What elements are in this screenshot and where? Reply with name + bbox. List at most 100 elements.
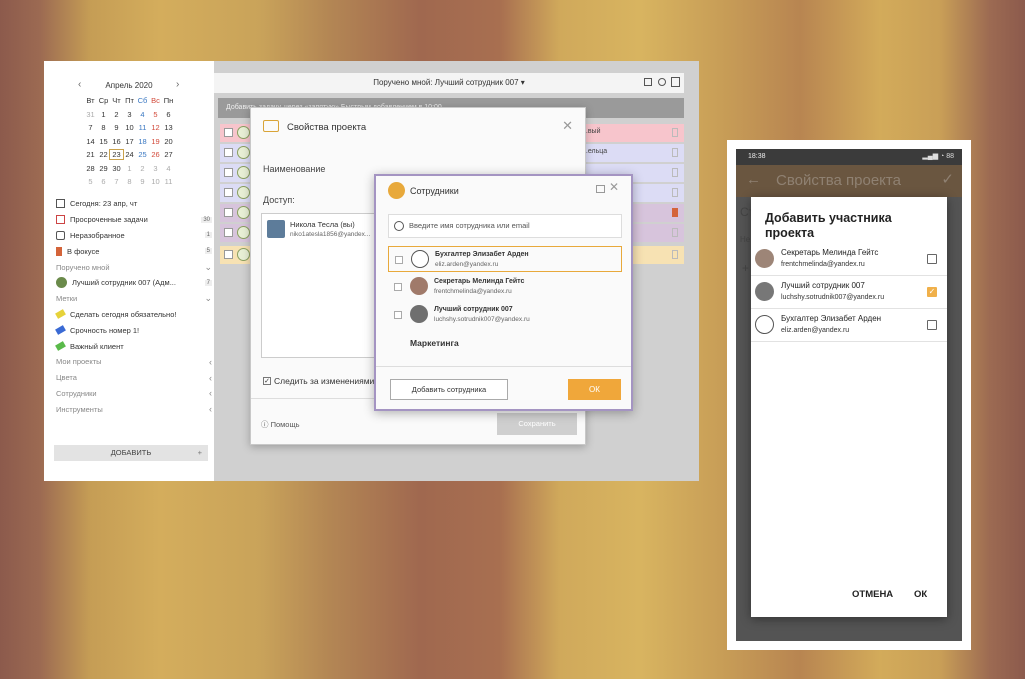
save-button[interactable]: Сохранить <box>497 413 577 435</box>
calendar-day[interactable]: 12 <box>149 123 162 132</box>
calendar-day[interactable]: 25 <box>136 150 149 159</box>
calendar-day[interactable]: 21 <box>84 150 97 159</box>
calendar-day[interactable]: 8 <box>97 123 110 132</box>
close-icon[interactable]: ✕ <box>609 180 619 194</box>
sidebar-group-assigned[interactable]: Поручено мной ⌄ <box>56 259 212 275</box>
sidebar-group-projects[interactable]: Мои проекты ‹ <box>56 354 212 370</box>
calendar-day[interactable]: 28 <box>84 164 97 173</box>
calendar-day[interactable]: 30 <box>110 164 123 173</box>
edit-icon[interactable] <box>644 78 652 86</box>
sidebar-item-overdue[interactable]: Просроченные задачи 30 <box>56 212 212 228</box>
follow-changes-checkbox[interactable]: ✓ Следить за изменениями <box>263 376 374 386</box>
member-row[interactable]: Секретарь Мелинда Гейтс frentchmelinda@y… <box>751 243 947 276</box>
cancel-button[interactable]: ОТМЕНА <box>852 589 893 600</box>
calendar-day[interactable]: 17 <box>123 137 136 146</box>
add-employee-button[interactable]: Добавить сотрудника <box>390 379 508 400</box>
add-button[interactable]: ДОБАВИТЬ + <box>54 445 208 461</box>
calendar-day[interactable]: 13 <box>162 123 175 132</box>
sidebar-tag-2[interactable]: Срочность номер 1! <box>55 322 212 338</box>
calendar-day[interactable]: 2 <box>136 164 149 173</box>
task-checkbox[interactable] <box>224 250 233 259</box>
sidebar-item-focus[interactable]: В фокусе 5 <box>56 243 212 259</box>
calendar-day[interactable]: 7 <box>84 123 97 132</box>
sidebar-group-tools[interactable]: Инструменты ‹ <box>56 401 212 417</box>
calendar-day[interactable]: 9 <box>136 177 149 186</box>
check-icon[interactable]: ✓ <box>941 170 954 188</box>
bookmark-icon[interactable] <box>672 168 678 177</box>
calendar-day[interactable]: 7 <box>110 177 123 186</box>
member-checkbox[interactable] <box>927 320 937 330</box>
calendar-day[interactable]: 10 <box>149 177 162 186</box>
calendar-day[interactable]: 23 <box>109 149 124 160</box>
back-arrow-icon[interactable]: ← <box>746 171 761 188</box>
calendar-day[interactable]: 14 <box>84 137 97 146</box>
calendar-day[interactable]: 1 <box>123 164 136 173</box>
close-icon[interactable]: ✕ <box>562 118 573 134</box>
task-checkbox[interactable] <box>224 168 233 177</box>
calendar-day[interactable]: 4 <box>162 164 175 173</box>
sidebar-item-best-employee[interactable]: Лучший сотрудник 007 (Адм... 7 <box>56 275 212 291</box>
bookmark-icon[interactable] <box>672 128 678 137</box>
calendar-day[interactable]: 18 <box>136 137 149 146</box>
employee-row[interactable]: Лучший сотрудник 007 luchshy.sotrudnik00… <box>388 302 622 328</box>
calendar-day[interactable]: 6 <box>162 110 175 119</box>
calendar-day[interactable]: 27 <box>162 150 175 159</box>
calendar-day[interactable]: 8 <box>123 177 136 186</box>
calendar-day[interactable]: 3 <box>123 110 136 119</box>
bookmark-icon[interactable] <box>672 228 678 237</box>
task-checkbox[interactable] <box>224 128 233 137</box>
calendar-day[interactable]: 19 <box>149 137 162 146</box>
maximize-icon[interactable] <box>596 185 605 193</box>
employee-search-input[interactable]: Введите имя сотрудника или email <box>388 214 622 238</box>
ok-button[interactable]: ОК <box>568 379 621 400</box>
calendar-day[interactable]: 5 <box>149 110 162 119</box>
sidebar-group-colors[interactable]: Цвета ‹ <box>56 370 212 386</box>
calendar-day[interactable]: 11 <box>136 123 149 132</box>
member-checkbox[interactable] <box>927 254 937 264</box>
next-month-icon[interactable]: › <box>176 79 179 90</box>
calendar-day[interactable]: 22 <box>97 150 110 159</box>
bookmark-icon[interactable] <box>672 188 678 197</box>
calendar-day[interactable]: 16 <box>110 137 123 146</box>
calendar-day[interactable]: 11 <box>162 177 175 186</box>
search-icon[interactable] <box>658 78 666 86</box>
member-checkbox[interactable]: ✓ <box>927 287 937 297</box>
calendar-day[interactable]: 31 <box>84 110 97 119</box>
sidebar-tag-1[interactable]: Сделать сегодня обязательно! <box>55 307 212 323</box>
calendar-day[interactable]: 5 <box>84 177 97 186</box>
calendar-day[interactable]: 26 <box>149 150 162 159</box>
member-row[interactable]: Бухгалтер Элизабет Арден eliz.arden@yand… <box>751 309 947 342</box>
filter-title[interactable]: Поручено мной: Лучший сотрудник 007 ▾ <box>373 78 525 87</box>
employee-checkbox[interactable] <box>394 311 402 319</box>
task-checkbox[interactable] <box>224 148 233 157</box>
bookmark-icon[interactable] <box>672 148 678 157</box>
sidebar-group-employees[interactable]: Сотрудники ‹ <box>56 386 212 402</box>
employee-row[interactable]: Бухгалтер Элизабет Арден eliz.arden@yand… <box>388 246 622 272</box>
task-checkbox[interactable] <box>224 188 233 197</box>
calendar-day[interactable]: 4 <box>136 110 149 119</box>
ok-button[interactable]: ОК <box>914 589 927 600</box>
calendar-day[interactable]: 2 <box>110 110 123 119</box>
bookmark-icon[interactable] <box>672 208 678 217</box>
task-checkbox[interactable] <box>224 228 233 237</box>
calendar-day[interactable]: 6 <box>97 177 110 186</box>
calendar-day[interactable]: 24 <box>123 150 136 159</box>
sidebar-group-tags[interactable]: Метки ⌄ <box>56 291 212 307</box>
help-link[interactable]: ⓘ Помощь <box>261 419 300 430</box>
member-row[interactable]: Лучший сотрудник 007 luchshy.sotrudnik00… <box>751 276 947 309</box>
calendar-day[interactable]: 20 <box>162 137 175 146</box>
calendar-day[interactable]: 1 <box>97 110 110 119</box>
calendar-day[interactable]: 10 <box>123 123 136 132</box>
sidebar-item-inbox[interactable]: Неразобранное 1 <box>56 228 212 244</box>
calendar-day[interactable]: 29 <box>97 164 110 173</box>
calendar-day[interactable]: 9 <box>110 123 123 132</box>
calendar-icon[interactable] <box>671 77 680 87</box>
employee-checkbox[interactable] <box>395 256 403 264</box>
task-checkbox[interactable] <box>224 208 233 217</box>
employee-checkbox[interactable] <box>394 283 402 291</box>
calendar-day[interactable]: 15 <box>97 137 110 146</box>
sidebar-tag-3[interactable]: Важный клиент <box>55 338 212 354</box>
calendar-day[interactable]: 3 <box>149 164 162 173</box>
bookmark-icon[interactable] <box>672 250 678 259</box>
employee-row[interactable]: Секретарь Мелинда Гейтс frentchmelinda@y… <box>388 274 622 300</box>
